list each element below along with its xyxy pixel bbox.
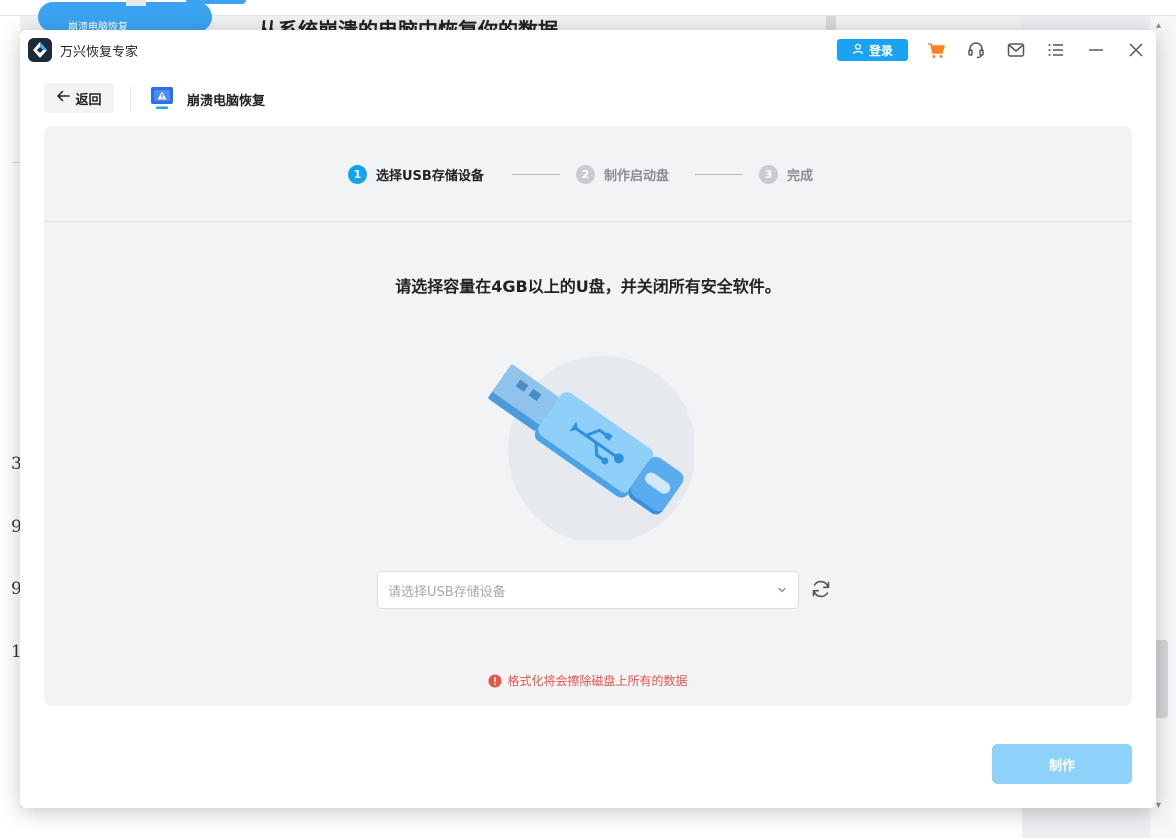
mail-icon[interactable]	[1006, 40, 1026, 60]
usb-drive-illustration	[484, 340, 694, 540]
step-label: 制作启动盘	[604, 169, 670, 184]
instruction-text: 请选择容量在4GB以上的U盘，并关闭所有安全软件。	[395, 277, 781, 296]
app-window: 万兴恢复专家 登录 返回 崩溃电脑恢复 1 选择USB存储设备 2 制作启动盘 …	[20, 30, 1156, 808]
step-number: 1	[348, 165, 367, 184]
page-title: 崩溃电脑恢复	[187, 94, 266, 109]
headset-icon[interactable]	[966, 40, 986, 60]
format-warning: 格式化将会擦除磁盘上所有的数据	[44, 672, 1132, 689]
background-tab	[126, 0, 146, 6]
usb-device-select-value: 请选择USB存储设备	[388, 584, 506, 600]
step-number: 2	[576, 165, 595, 184]
background-scrollbar	[826, 16, 836, 30]
scroll-down-icon: ▾	[1156, 800, 1162, 811]
warning-icon	[488, 674, 502, 688]
arrow-left-icon	[56, 89, 71, 107]
step-connector	[695, 174, 743, 175]
back-button[interactable]: 返回	[44, 83, 114, 113]
back-label: 返回	[75, 92, 102, 108]
refresh-icon[interactable]	[810, 578, 832, 600]
chevron-down-icon	[776, 584, 788, 596]
step-label: 选择USB存储设备	[376, 169, 484, 184]
user-icon	[852, 43, 864, 58]
login-button[interactable]: 登录	[837, 39, 908, 61]
nav-bar: 返回 崩溃电脑恢复	[20, 70, 1156, 126]
stepper: 1 选择USB存储设备 2 制作启动盘 3 完成	[44, 126, 1132, 222]
background-heading: 从系统崩溃的电脑中恢复你的数据	[258, 18, 558, 30]
app-logo-icon	[28, 38, 52, 62]
scroll-up-icon: ▴	[1156, 20, 1162, 31]
background-bottom	[20, 808, 1022, 838]
cart-icon[interactable]	[926, 40, 946, 60]
background-left-pane	[0, 16, 20, 838]
step-connector	[512, 174, 560, 175]
step-done: 3 完成	[759, 165, 813, 184]
nav-divider	[130, 87, 131, 111]
close-icon[interactable]	[1126, 40, 1146, 60]
main-panel: 1 选择USB存储设备 2 制作启动盘 3 完成 请选择容量在4GB以上的U盘，…	[44, 126, 1132, 706]
title-bar: 万兴恢复专家 登录	[20, 30, 1156, 70]
usb-device-select[interactable]: 请选择USB存储设备	[377, 571, 799, 609]
login-label: 登录	[868, 43, 893, 58]
step-select-usb: 1 选择USB存储设备	[348, 165, 484, 184]
step-label: 完成	[787, 169, 814, 184]
background-sidebar-item: 崩溃电脑恢复	[38, 2, 212, 32]
app-title: 万兴恢复专家	[60, 45, 139, 60]
warning-text: 格式化将会擦除磁盘上所有的数据	[507, 674, 688, 688]
background-scroll-thumb	[1154, 640, 1168, 718]
step-create-boot-disk: 2 制作启动盘	[576, 165, 669, 184]
menu-icon[interactable]	[1046, 40, 1066, 60]
minimize-icon[interactable]	[1086, 40, 1106, 60]
background-tab-active	[186, 0, 246, 4]
make-button[interactable]: 制作	[992, 744, 1132, 784]
step-number: 3	[759, 165, 778, 184]
background-divider	[12, 162, 20, 163]
crashed-computer-icon	[149, 85, 175, 111]
